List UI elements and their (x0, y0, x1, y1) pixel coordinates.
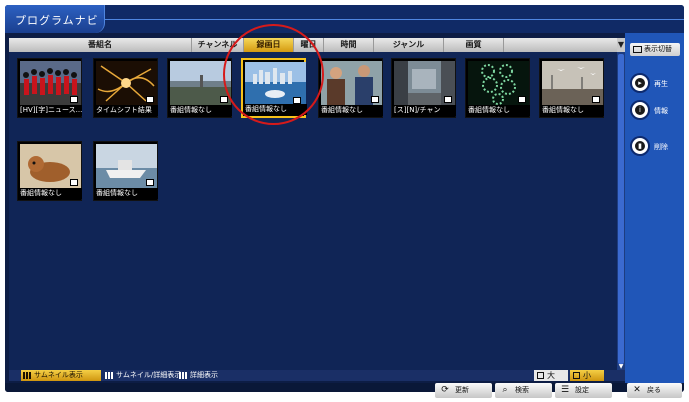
grid-icon (23, 372, 31, 379)
small-square-icon (573, 372, 580, 379)
size-large-button[interactable]: 大 (534, 370, 568, 381)
delete-circle: ▮ (630, 136, 650, 156)
thumbnail-caption: 番組情報なし (320, 105, 383, 116)
video-icon (220, 96, 228, 103)
close-icon: ✕ (633, 385, 641, 395)
info-circle: i (630, 100, 650, 120)
refresh-icon: ⟳ (441, 385, 449, 395)
info-button[interactable]: i 情報 (630, 100, 680, 122)
search-label: 検索 (515, 386, 529, 394)
back-button[interactable]: ✕ 戻る (627, 383, 682, 398)
view-detail-label: 詳細表示 (190, 371, 218, 379)
view-thumbnail-detail-label: サムネイル/詳細表示 (116, 371, 182, 379)
back-label: 戻る (647, 386, 661, 394)
play-button[interactable]: ▸ 再生 (630, 73, 680, 95)
column-spacer (504, 38, 617, 52)
view-thumbnail-label: サムネイル表示 (34, 371, 83, 379)
column-quality[interactable]: 画質 (444, 38, 504, 52)
thumbnail-caption: [ス][N]/チャン (393, 105, 456, 116)
thumbnail-item[interactable]: [ス][N]/チャン (391, 58, 456, 118)
thumbnail-item[interactable]: 番組情報なし (318, 58, 383, 118)
video-icon (70, 96, 78, 103)
thumbnail-caption: [HV][字]ニュース... (19, 105, 82, 116)
thumbnail-caption: 番組情報なし (541, 105, 604, 116)
thumbnail-item[interactable]: 番組情報なし (93, 141, 158, 201)
thumbnail-caption: タイムシフト結果 (95, 105, 158, 116)
display-switch-icon (633, 46, 642, 53)
scrollbar-thumb[interactable] (618, 54, 624, 364)
view-detail-button[interactable]: 詳細表示 (177, 370, 237, 381)
sort-toggle-icon[interactable]: ▼ (617, 38, 625, 52)
video-icon (592, 96, 600, 103)
thumbnail-caption: 番組情報なし (467, 105, 530, 116)
video-icon (444, 96, 452, 103)
title-bar: プログラムナビ (5, 5, 684, 33)
size-small-label: 小 (583, 371, 591, 380)
title-tab: プログラムナビ (5, 5, 105, 33)
view-thumbnail-button[interactable]: サムネイル表示 (21, 370, 101, 381)
column-program-name[interactable]: 番組名 (9, 38, 192, 52)
column-time[interactable]: 時間 (324, 38, 374, 52)
refresh-button[interactable]: ⟳ 更新 (435, 383, 492, 398)
video-icon (70, 179, 78, 186)
video-icon (146, 179, 154, 186)
thumbnail-item[interactable]: 番組情報なし (167, 58, 232, 118)
program-navi-window: プログラムナビ 番組名 チャンネル 録画日 曜日 時間 ジャンル 画質 ▼ [H… (5, 5, 684, 392)
large-square-icon (537, 372, 544, 379)
play-label: 再生 (654, 80, 668, 88)
info-icon: i (635, 105, 645, 115)
thumbnail-item[interactable]: 番組情報なし (465, 58, 530, 118)
size-small-button[interactable]: 小 (570, 370, 604, 381)
trash-icon: ▮ (635, 141, 645, 151)
play-circle: ▸ (630, 73, 650, 93)
settings-button[interactable]: ☰ 設定 (555, 383, 612, 398)
video-icon (518, 96, 526, 103)
settings-label: 設定 (575, 386, 589, 394)
thumbnail-item[interactable]: タイムシフト結果 (93, 58, 158, 118)
column-genre[interactable]: ジャンル (374, 38, 444, 52)
thumbnail-item[interactable]: 番組情報なし (17, 141, 82, 201)
search-button[interactable]: ⌕ 検索 (495, 383, 552, 398)
list-icon (179, 372, 187, 379)
title-divider (105, 19, 684, 20)
play-icon: ▸ (635, 78, 645, 88)
info-label: 情報 (654, 107, 668, 115)
view-thumbnail-detail-button[interactable]: サムネイル/詳細表示 (103, 370, 183, 381)
vertical-scrollbar[interactable]: ▼ (617, 52, 625, 370)
display-switch-button[interactable]: 表示切替 (630, 43, 680, 56)
thumbnail-grid: [HV][字]ニュース... タイムシフト結果 番組情報なし 番組情報なし 番組… (9, 24, 617, 370)
refresh-label: 更新 (455, 386, 469, 394)
settings-icon: ☰ (560, 385, 570, 395)
video-icon (371, 96, 379, 103)
selection-highlight-ring (223, 24, 324, 125)
view-mode-bar: サムネイル表示 サムネイル/詳細表示 詳細表示 大 小 (9, 370, 625, 381)
thumbnail-item[interactable]: 番組情報なし (539, 58, 604, 118)
thumbnail-caption: 番組情報なし (95, 188, 158, 199)
search-icon: ⌕ (502, 385, 508, 395)
thumbnail-caption: 番組情報なし (169, 105, 232, 116)
side-panel: 表示切替 ▸ 再生 i 情報 ▮ 削除 (625, 33, 684, 383)
display-switch-label: 表示切替 (644, 45, 672, 53)
window-title: プログラムナビ (15, 14, 99, 27)
grid-list-icon (105, 372, 113, 379)
size-large-label: 大 (547, 371, 555, 380)
delete-label: 削除 (654, 143, 668, 151)
video-icon (146, 96, 154, 103)
delete-button[interactable]: ▮ 削除 (630, 136, 680, 158)
thumbnail-caption: 番組情報なし (19, 188, 82, 199)
thumbnail-item[interactable]: [HV][字]ニュース... (17, 58, 82, 118)
